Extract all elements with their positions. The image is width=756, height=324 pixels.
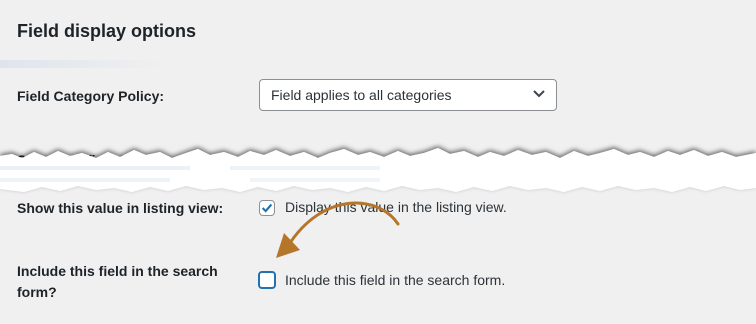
section-title: Field display options	[17, 21, 197, 41]
faint-divider	[0, 60, 170, 68]
checkmark-icon	[261, 203, 273, 213]
category-policy-label: Field Category Policy:	[17, 88, 165, 104]
search-form-label-line1: Include this field in the search	[17, 263, 218, 279]
search-form-label: Include this field in the search form?	[17, 261, 218, 303]
category-policy-select[interactable]: Field applies to all categories	[259, 79, 557, 111]
chevron-down-icon	[533, 90, 545, 98]
listing-view-checkbox[interactable]	[259, 200, 275, 216]
category-policy-value: Field applies to all categories	[271, 87, 452, 103]
search-form-label-line2: form?	[17, 284, 57, 300]
search-form-checkbox-label: Include this field in the search form.	[285, 272, 506, 288]
listing-view-checkbox-label: Display this value in the listing view.	[285, 199, 507, 215]
listing-view-label: Show this value in listing view:	[17, 200, 224, 216]
search-form-checkbox[interactable]	[258, 271, 276, 289]
